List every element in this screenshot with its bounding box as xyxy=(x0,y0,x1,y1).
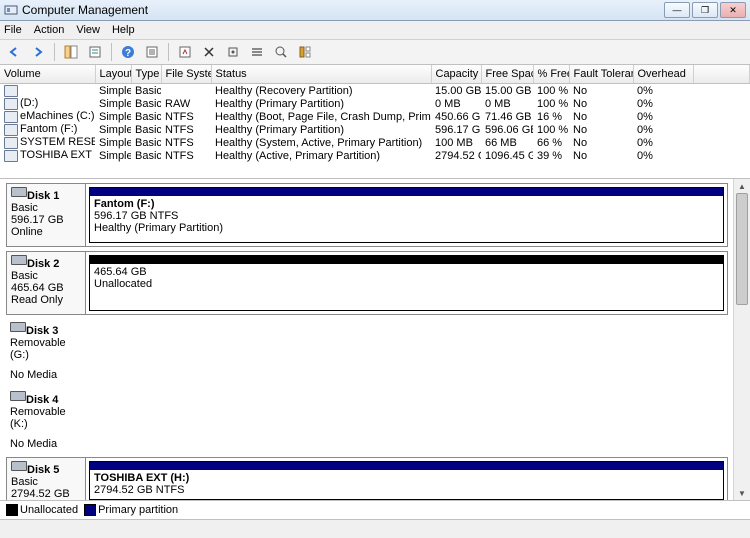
partition-header xyxy=(90,256,723,264)
disk-row[interactable]: Disk 2 Basic465.64 GBRead Only 465.64 GB… xyxy=(6,251,728,315)
volume-icon xyxy=(4,137,18,149)
titlebar: Computer Management — ❐ ✕ xyxy=(0,0,750,21)
volume-icon xyxy=(4,98,18,110)
action-icon[interactable] xyxy=(175,42,195,62)
disk-info: Disk 2 Basic465.64 GBRead Only xyxy=(7,252,86,314)
col-filesystem[interactable]: File System xyxy=(161,65,211,84)
disk-row[interactable]: Disk 3 Removable (G:)No Media xyxy=(6,319,728,384)
back-button[interactable] xyxy=(4,42,24,62)
col-volume[interactable]: Volume xyxy=(0,65,95,84)
disk-partitions: TOSHIBA EXT (H:)2794.52 GB NTFS xyxy=(86,458,727,500)
toolbar-separator xyxy=(54,43,55,61)
volume-row[interactable]: SYSTEM RESERVED SimpleBasicNTFS Healthy … xyxy=(0,136,750,149)
disk-row[interactable]: Disk 4 Removable (K:)No Media xyxy=(6,388,728,453)
partition-box[interactable]: 465.64 GBUnallocated xyxy=(89,255,724,311)
legend-bar: Unallocated Primary partition xyxy=(0,500,750,519)
scroll-thumb[interactable] xyxy=(736,193,748,305)
scrollbar[interactable]: ▲ ▼ xyxy=(733,179,750,500)
col-layout[interactable]: Layout xyxy=(95,65,131,84)
disk-icon xyxy=(10,322,26,332)
disk-icon xyxy=(11,187,27,197)
menu-view[interactable]: View xyxy=(76,24,100,36)
partition-box[interactable]: Fantom (F:)596.17 GB NTFSHealthy (Primar… xyxy=(89,187,724,243)
toolbar-separator xyxy=(168,43,169,61)
window-controls: — ❐ ✕ xyxy=(664,2,746,18)
volume-icon xyxy=(4,85,18,97)
toolbar: ? xyxy=(0,40,750,65)
list-icon[interactable] xyxy=(247,42,267,62)
layout-icon[interactable] xyxy=(295,42,315,62)
app-icon xyxy=(4,3,18,17)
disk-partitions: 465.64 GBUnallocated xyxy=(86,252,727,314)
col-type[interactable]: Type xyxy=(131,65,161,84)
window-title: Computer Management xyxy=(22,3,664,17)
col-spacer xyxy=(693,65,750,84)
help-icon[interactable]: ? xyxy=(118,42,138,62)
volume-name-cell: Fantom (F:) xyxy=(0,123,95,136)
refresh-icon[interactable] xyxy=(142,42,162,62)
disk-info: Disk 4 Removable (K:)No Media xyxy=(6,388,84,453)
volume-name-cell: SYSTEM RESERVED xyxy=(0,136,95,149)
col-fault[interactable]: Fault Tolerance xyxy=(569,65,633,84)
view-icon[interactable] xyxy=(271,42,291,62)
volume-name-cell: TOSHIBA EXT (H:) xyxy=(0,149,95,162)
legend-primary: Primary partition xyxy=(84,504,178,516)
statusbar xyxy=(0,519,750,538)
volume-row[interactable]: TOSHIBA EXT (H:) SimpleBasicNTFS Healthy… xyxy=(0,149,750,162)
volume-list-pane: Volume Layout Type File System Status Ca… xyxy=(0,65,750,179)
column-header-row[interactable]: Volume Layout Type File System Status Ca… xyxy=(0,65,750,84)
col-freespace[interactable]: Free Space xyxy=(481,65,533,84)
volume-name-cell xyxy=(0,84,95,98)
col-overhead[interactable]: Overhead xyxy=(633,65,693,84)
volume-icon xyxy=(4,150,18,162)
forward-button[interactable] xyxy=(28,42,48,62)
scroll-down-button[interactable]: ▼ xyxy=(734,486,750,500)
menu-action[interactable]: Action xyxy=(34,24,65,36)
volume-table[interactable]: Volume Layout Type File System Status Ca… xyxy=(0,65,750,162)
disk-graphical-pane: Disk 1 Basic596.17 GBOnline Fantom (F:)5… xyxy=(0,179,750,500)
disk-info: Disk 1 Basic596.17 GBOnline xyxy=(7,184,86,246)
partition-header xyxy=(90,188,723,196)
settings-icon[interactable] xyxy=(223,42,243,62)
disk-row[interactable]: Disk 1 Basic596.17 GBOnline Fantom (F:)5… xyxy=(6,183,728,247)
volume-row[interactable]: eMachines (C:) SimpleBasicNTFS Healthy (… xyxy=(0,110,750,123)
menu-help[interactable]: Help xyxy=(112,24,135,36)
menu-file[interactable]: File xyxy=(4,24,22,36)
volume-icon xyxy=(4,124,18,136)
show-hide-icon[interactable] xyxy=(61,42,81,62)
partition-box[interactable]: TOSHIBA EXT (H:)2794.52 GB NTFS xyxy=(89,461,724,500)
disk-icon xyxy=(10,391,26,401)
volume-name-cell: eMachines (C:) xyxy=(0,110,95,123)
partition-header xyxy=(90,462,723,470)
svg-text:?: ? xyxy=(125,48,131,59)
col-capacity[interactable]: Capacity xyxy=(431,65,481,84)
col-status[interactable]: Status xyxy=(211,65,431,84)
partition-body: TOSHIBA EXT (H:)2794.52 GB NTFS xyxy=(90,470,723,499)
disk-partitions: Fantom (F:)596.17 GB NTFSHealthy (Primar… xyxy=(86,184,727,246)
properties-icon[interactable] xyxy=(85,42,105,62)
delete-icon[interactable] xyxy=(199,42,219,62)
close-button[interactable]: ✕ xyxy=(720,2,746,18)
maximize-button[interactable]: ❐ xyxy=(692,2,718,18)
disk-icon xyxy=(11,255,27,265)
content-area: Volume Layout Type File System Status Ca… xyxy=(0,65,750,519)
partition-body: Fantom (F:)596.17 GB NTFSHealthy (Primar… xyxy=(90,196,723,242)
disk-info: Disk 5 Basic2794.52 GB xyxy=(7,458,86,500)
col-pctfree[interactable]: % Free xyxy=(533,65,569,84)
volume-row[interactable]: (D:) SimpleBasicRAW Healthy (Primary Par… xyxy=(0,97,750,110)
disk-info: Disk 3 Removable (G:)No Media xyxy=(6,319,84,384)
menubar: File Action View Help xyxy=(0,21,750,40)
toolbar-separator xyxy=(111,43,112,61)
volume-row[interactable]: SimpleBasic Healthy (Recovery Partition)… xyxy=(0,84,750,98)
disk-icon xyxy=(11,461,27,471)
partition-body: 465.64 GBUnallocated xyxy=(90,264,723,310)
volume-row[interactable]: Fantom (F:) SimpleBasicNTFS Healthy (Pri… xyxy=(0,123,750,136)
volume-icon xyxy=(4,111,18,123)
minimize-button[interactable]: — xyxy=(664,2,690,18)
volume-name-cell: (D:) xyxy=(0,97,95,110)
legend-unallocated: Unallocated xyxy=(6,504,78,516)
disk-row[interactable]: Disk 5 Basic2794.52 GB TOSHIBA EXT (H:)2… xyxy=(6,457,728,500)
scroll-up-button[interactable]: ▲ xyxy=(734,179,750,193)
